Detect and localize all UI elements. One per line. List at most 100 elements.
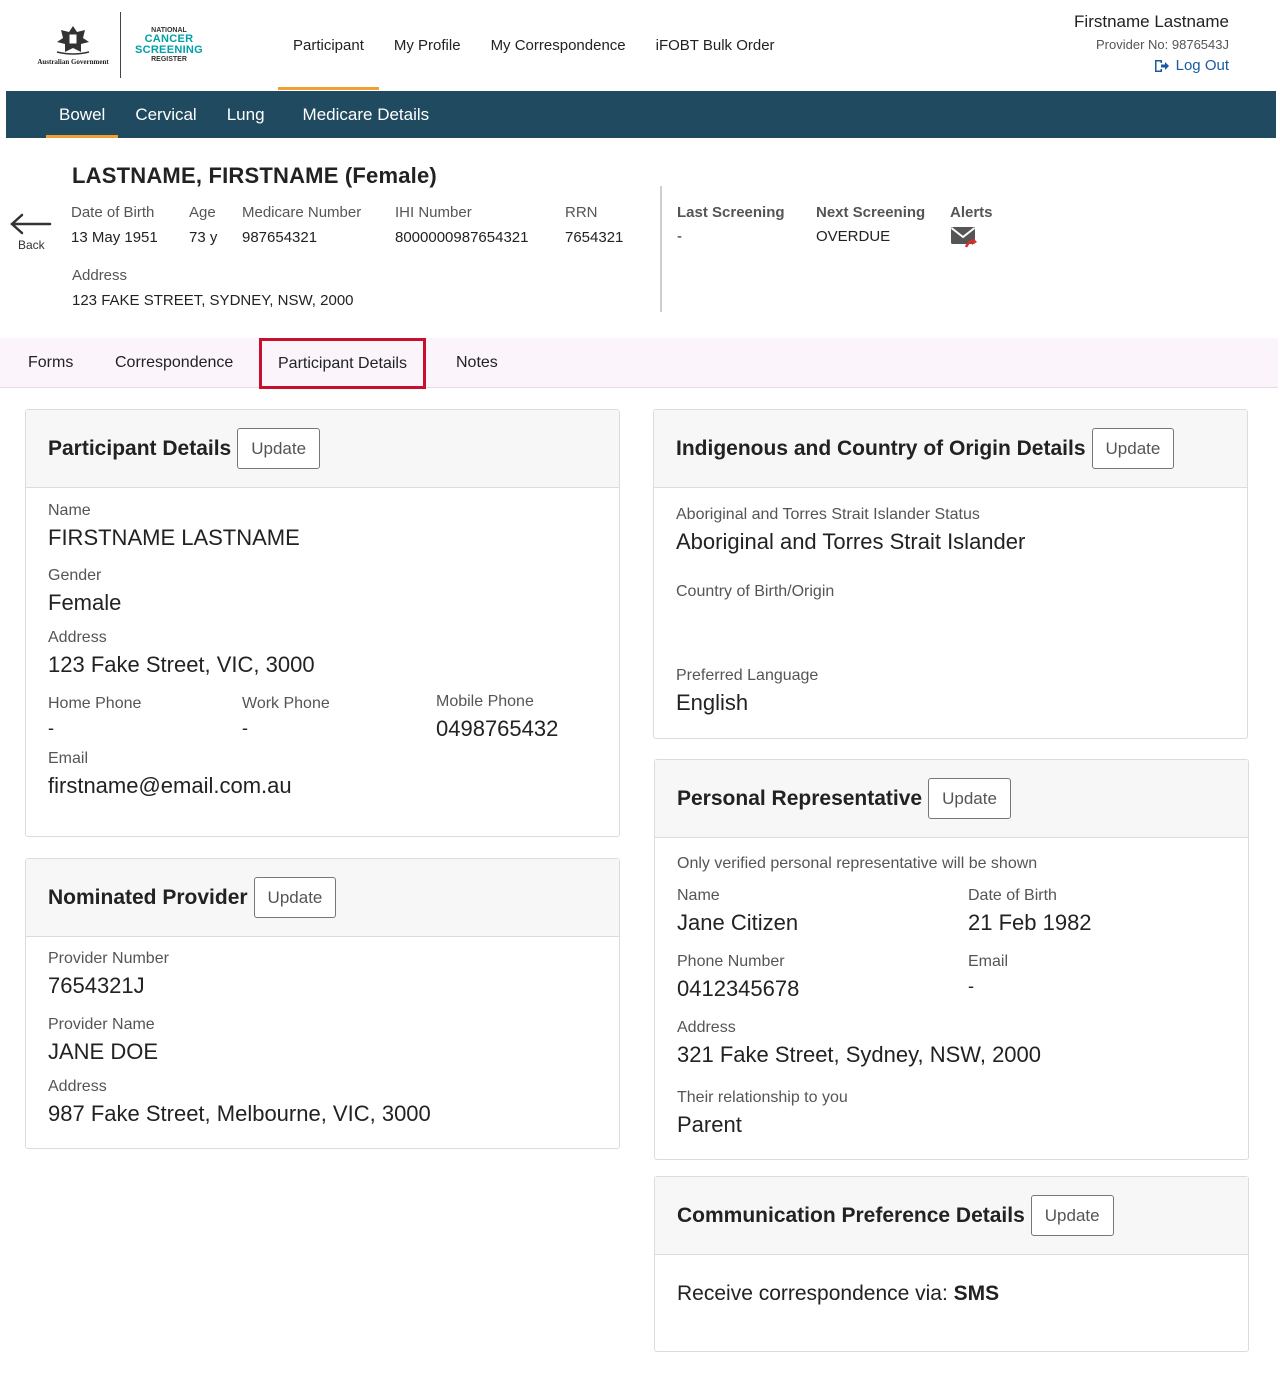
update-personal-representative-button[interactable]: Update (928, 778, 1011, 819)
alerts-block: Alerts (950, 204, 993, 256)
update-participant-details-button[interactable]: Update (237, 428, 321, 469)
next-screening-label: Next Screening (816, 204, 926, 221)
mail-alert-icon[interactable] (950, 225, 978, 251)
rrn-value: 7654321 (565, 229, 624, 246)
field-label: Email (968, 953, 1009, 970)
sub-nav-bowel[interactable]: Bowel (44, 91, 120, 138)
field-label: Preferred Language (676, 667, 819, 684)
gender-field: Gender Female (48, 567, 121, 616)
last-screening-label: Last Screening (677, 204, 785, 221)
field-value: English (676, 690, 749, 715)
field-value: 321 Fake Street, Sydney, NSW, 2000 (677, 1042, 1042, 1067)
preferred-language-field: Preferred Language English (676, 667, 818, 716)
country-of-birth-field: Country of Birth/Origin (676, 583, 834, 601)
age-label: Age (189, 204, 216, 221)
tab-correspondence[interactable]: Correspondence (115, 338, 233, 388)
sub-nav: Bowel Cervical Lung Medicare Details (6, 91, 1276, 138)
tab-notes[interactable]: Notes (456, 338, 498, 388)
field-value: JANE DOE (48, 1039, 159, 1064)
detail-tabs: Forms Correspondence Participant Details… (0, 338, 1278, 389)
card-body: Receive correspondence via: SMS (655, 1255, 1248, 1351)
field-label: Gender (48, 567, 102, 584)
card-title: Communication Preference Details (677, 1203, 1025, 1227)
main-nav: Participant My Profile My Correspondence… (278, 0, 790, 90)
banner-address-value: 123 FAKE STREET, SYDNEY, NSW, 2000 (72, 292, 354, 309)
user-name: Firstname Lastname (1074, 12, 1229, 31)
provider-number: Provider No: 9876543J (1096, 37, 1229, 52)
rep-phone-field: Phone Number 0412345678 (677, 953, 799, 1002)
sub-nav-cervical[interactable]: Cervical (120, 91, 211, 138)
rep-dob-field: Date of Birth 21 Feb 1982 (968, 887, 1092, 936)
mobile-phone-field: Mobile Phone 0498765432 (436, 693, 558, 742)
ihi-label: IHI Number (395, 204, 472, 221)
nav-participant[interactable]: Participant (278, 0, 379, 90)
correspondence-prefix: Receive correspondence via: (677, 1282, 954, 1305)
field-label: Address (48, 1078, 107, 1095)
age-block: Age 73 y (189, 204, 217, 246)
nav-ifobt-bulk-order[interactable]: iFOBT Bulk Order (641, 0, 790, 90)
update-nominated-provider-button[interactable]: Update (253, 877, 337, 918)
card-body: Only verified personal representative wi… (655, 838, 1248, 1159)
logo-divider (120, 12, 121, 78)
gov-text: Australian Government (37, 58, 109, 66)
tab-forms[interactable]: Forms (28, 338, 73, 388)
ihi-value: 8000000987654321 (395, 229, 529, 246)
sub-nav-lung[interactable]: Lung (212, 91, 280, 138)
work-phone-field: Work Phone - (242, 695, 330, 739)
address-field: Address 123 Fake Street, VIC, 3000 (48, 629, 315, 678)
update-communication-button[interactable]: Update (1030, 1195, 1114, 1236)
sub-nav-medicare-details[interactable]: Medicare Details (288, 91, 445, 138)
nav-my-correspondence[interactable]: My Correspondence (476, 0, 641, 90)
update-indigenous-button[interactable]: Update (1091, 428, 1175, 469)
rrn-label: RRN (565, 204, 598, 221)
home-phone-field: Home Phone - (48, 695, 141, 739)
field-value: 987 Fake Street, Melbourne, VIC, 3000 (48, 1101, 431, 1126)
dob-value: 13 May 1951 (71, 229, 158, 246)
field-value: 123 Fake Street, VIC, 3000 (48, 652, 315, 677)
indigenous-country-card: Indigenous and Country of Origin Details… (653, 409, 1248, 739)
rrn-block: RRN 7654321 (565, 204, 623, 246)
field-value: Aboriginal and Torres Strait Islander (676, 529, 1026, 554)
field-value: - (48, 718, 54, 738)
nominated-provider-card: Nominated Provider Update Provider Numbe… (25, 858, 620, 1149)
age-value: 73 y (189, 229, 218, 246)
medicare-value: 987654321 (242, 229, 318, 246)
field-value: 21 Feb 1982 (968, 910, 1092, 935)
field-label: Address (677, 1019, 736, 1036)
field-value: FIRSTNAME LASTNAME (48, 525, 300, 550)
field-label: Date of Birth (968, 887, 1057, 904)
field-label: Their relationship to you (677, 1089, 848, 1106)
card-title: Nominated Provider (48, 885, 248, 909)
provider-name-field: Provider Name JANE DOE (48, 1016, 158, 1065)
card-header: Indigenous and Country of Origin Details… (654, 410, 1247, 488)
logout-icon (1154, 59, 1169, 72)
field-label: Country of Birth/Origin (676, 583, 835, 600)
field-label: Work Phone (242, 695, 330, 712)
rep-email-field: Email - (968, 953, 1008, 997)
medicare-label: Medicare Number (242, 204, 362, 221)
back-button[interactable]: Back (8, 212, 54, 256)
card-title: Indigenous and Country of Origin Details (676, 436, 1086, 460)
logout-link[interactable]: Log Out (1154, 57, 1229, 74)
field-label: Phone Number (677, 953, 785, 970)
tab-participant-details[interactable]: Participant Details (259, 338, 426, 389)
field-label: Mobile Phone (436, 693, 534, 710)
ncsr-logo: NATIONAL CANCER SCREENING REGISTER (131, 27, 207, 63)
field-label: Address (48, 629, 107, 646)
next-screening-block: Next Screening OVERDUE (816, 204, 925, 245)
medicare-block: Medicare Number 987654321 (242, 204, 361, 246)
field-label: Name (48, 502, 91, 519)
field-value: Female (48, 590, 122, 615)
field-label: Provider Name (48, 1016, 155, 1033)
verified-note: Only verified personal representative wi… (677, 855, 1038, 872)
field-value: 7654321J (48, 973, 145, 998)
card-header: Personal Representative Update (655, 760, 1248, 838)
back-label: Back (18, 238, 45, 252)
card-body: Provider Number 7654321J Provider Name J… (26, 937, 619, 1148)
card-title: Personal Representative (677, 786, 923, 810)
arrow-left-icon (10, 213, 52, 235)
nav-my-profile[interactable]: My Profile (379, 0, 476, 90)
logo-area: Australian Government NATIONAL CANCER SC… (28, 12, 207, 78)
banner-divider (660, 186, 662, 312)
provider-number-field: Provider Number 7654321J (48, 950, 169, 999)
